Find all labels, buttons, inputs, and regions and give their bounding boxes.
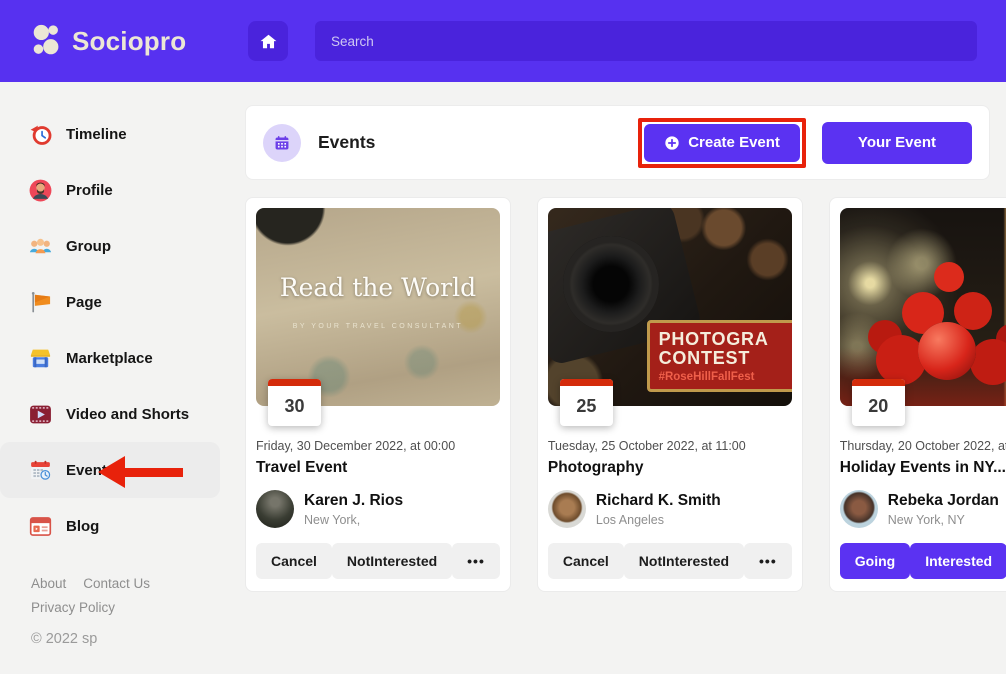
- sidebar: Timeline Profile Group Page Marketplace …: [0, 82, 220, 647]
- event-image-subline: BY YOUR TRAVEL CONSULTANT: [256, 323, 500, 330]
- event-image-sign: PHOTOGRA CONTEST #RoseHillFallFest: [647, 320, 792, 393]
- video-icon: [28, 402, 53, 427]
- marketplace-icon: [28, 346, 53, 371]
- event-icon: [28, 458, 53, 483]
- event-image: Read the World BY YOUR TRAVEL CONSULTANT: [256, 208, 500, 406]
- sidebar-item-timeline[interactable]: Timeline: [0, 106, 220, 162]
- date-badge-day: 30: [268, 386, 321, 426]
- organizer-row: Karen J. Rios New York,: [256, 490, 500, 528]
- organizer-location: Los Angeles: [596, 513, 721, 527]
- event-actions: GoingInterested•••: [840, 543, 1006, 579]
- sidebar-item-label: Timeline: [66, 126, 127, 143]
- sociopro-logo-icon: [28, 22, 66, 60]
- annotation-create-event-outline: Create Event: [638, 118, 806, 168]
- sidebar-item-label: Marketplace: [66, 350, 153, 367]
- event-card: PHOTOGRA CONTEST #RoseHillFallFest 25 Tu…: [537, 197, 803, 592]
- event-actions: CancelNotInterested•••: [256, 543, 500, 579]
- organizer-row: Richard K. Smith Los Angeles: [548, 490, 792, 528]
- sidebar-item-group[interactable]: Group: [0, 218, 220, 274]
- footer-link-privacy-policy[interactable]: Privacy Policy: [31, 600, 115, 615]
- organizer-name: Karen J. Rios: [304, 492, 403, 510]
- interested-button[interactable]: Interested: [910, 543, 1006, 579]
- timeline-icon: [28, 122, 53, 147]
- event-card: Read the World BY YOUR TRAVEL CONSULTANT…: [245, 197, 511, 592]
- event-actions: CancelNotInterested•••: [548, 543, 792, 579]
- event-card: 20 Thursday, 20 October 2022, at 17:00 H…: [829, 197, 1006, 592]
- create-event-label: Create Event: [688, 134, 780, 151]
- more-options-button[interactable]: •••: [744, 543, 792, 579]
- your-event-button[interactable]: Your Event: [822, 122, 972, 164]
- sidebar-item-label: Profile: [66, 182, 113, 199]
- organizer-name: Richard K. Smith: [596, 492, 721, 510]
- sidebar-item-marketplace[interactable]: Marketplace: [0, 330, 220, 386]
- group-icon: [28, 234, 53, 259]
- copyright-text: © 2022 sp: [31, 631, 201, 647]
- event-image-headline: Read the World: [256, 273, 500, 302]
- event-datetime: Thursday, 20 October 2022, at 17:00: [840, 439, 1006, 453]
- organizer-avatar: [840, 490, 878, 528]
- annotation-arrow-shaft: [125, 468, 183, 477]
- organizer-row: Rebeka Jordan New York, NY: [840, 490, 1006, 528]
- organizer-location: New York, NY: [888, 513, 999, 527]
- date-badge-day: 20: [852, 386, 905, 426]
- date-badge: 30: [268, 379, 321, 426]
- main-content: Events Create Event Your Event Read the …: [245, 105, 990, 592]
- event-image: PHOTOGRA CONTEST #RoseHillFallFest: [548, 208, 792, 406]
- events-calendar-badge: [263, 124, 301, 162]
- calendar-icon: [273, 134, 291, 152]
- annotation-arrow-head: [98, 456, 125, 488]
- footer-link-contact-us[interactable]: Contact Us: [83, 576, 150, 591]
- brand-name: Sociopro: [72, 26, 186, 57]
- event-card-list: Read the World BY YOUR TRAVEL CONSULTANT…: [245, 197, 990, 592]
- plus-circle-icon: [664, 135, 680, 151]
- sidebar-item-video-and-shorts[interactable]: Video and Shorts: [0, 386, 220, 442]
- notinterested-button[interactable]: NotInterested: [624, 543, 744, 579]
- page-icon: [28, 290, 53, 315]
- sidebar-item-label: Page: [66, 294, 102, 311]
- brand-logo[interactable]: Sociopro: [28, 22, 186, 60]
- sidebar-item-profile[interactable]: Profile: [0, 162, 220, 218]
- events-header: Events Create Event Your Event: [245, 105, 990, 180]
- event-datetime: Friday, 30 December 2022, at 00:00: [256, 439, 500, 453]
- more-options-button[interactable]: •••: [452, 543, 500, 579]
- sidebar-item-blog[interactable]: Blog: [0, 498, 220, 554]
- event-media: 20: [840, 208, 1006, 406]
- search-input[interactable]: [315, 21, 977, 61]
- notinterested-button[interactable]: NotInterested: [332, 543, 452, 579]
- event-title: Travel Event: [256, 459, 500, 477]
- profile-icon: [28, 178, 53, 203]
- sidebar-item-label: Group: [66, 238, 111, 255]
- home-button[interactable]: [248, 21, 288, 61]
- organizer-name: Rebeka Jordan: [888, 492, 999, 510]
- home-icon: [259, 32, 278, 51]
- date-badge: 25: [560, 379, 613, 426]
- organizer-avatar: [256, 490, 294, 528]
- camera-lens-graphic: [563, 236, 659, 332]
- organizer-avatar: [548, 490, 586, 528]
- event-datetime: Tuesday, 25 October 2022, at 11:00: [548, 439, 792, 453]
- organizer-location: New York,: [304, 513, 403, 527]
- sidebar-item-page[interactable]: Page: [0, 274, 220, 330]
- sidebar-item-label: Video and Shorts: [66, 406, 189, 423]
- create-event-button[interactable]: Create Event: [644, 124, 800, 162]
- top-bar: Sociopro: [0, 0, 1006, 82]
- cancel-button[interactable]: Cancel: [256, 543, 332, 579]
- page-title: Events: [318, 132, 375, 153]
- cancel-button[interactable]: Cancel: [548, 543, 624, 579]
- sidebar-item-label: Blog: [66, 518, 99, 535]
- date-badge: 20: [852, 379, 905, 426]
- annotation-arrow: [98, 456, 183, 488]
- date-badge-day: 25: [560, 386, 613, 426]
- event-title: Holiday Events in NY...: [840, 459, 1006, 477]
- footer-link-about[interactable]: About: [31, 576, 66, 591]
- event-image: [840, 208, 1006, 406]
- event-media: PHOTOGRA CONTEST #RoseHillFallFest 25: [548, 208, 792, 406]
- sidebar-footer: About Contact Us Privacy Policy © 2022 sp: [31, 576, 201, 647]
- footer-links: About Contact Us Privacy Policy: [31, 576, 191, 615]
- event-title: Photography: [548, 459, 792, 477]
- event-media: Read the World BY YOUR TRAVEL CONSULTANT…: [256, 208, 500, 406]
- going-button[interactable]: Going: [840, 543, 910, 579]
- blog-icon: [28, 514, 53, 539]
